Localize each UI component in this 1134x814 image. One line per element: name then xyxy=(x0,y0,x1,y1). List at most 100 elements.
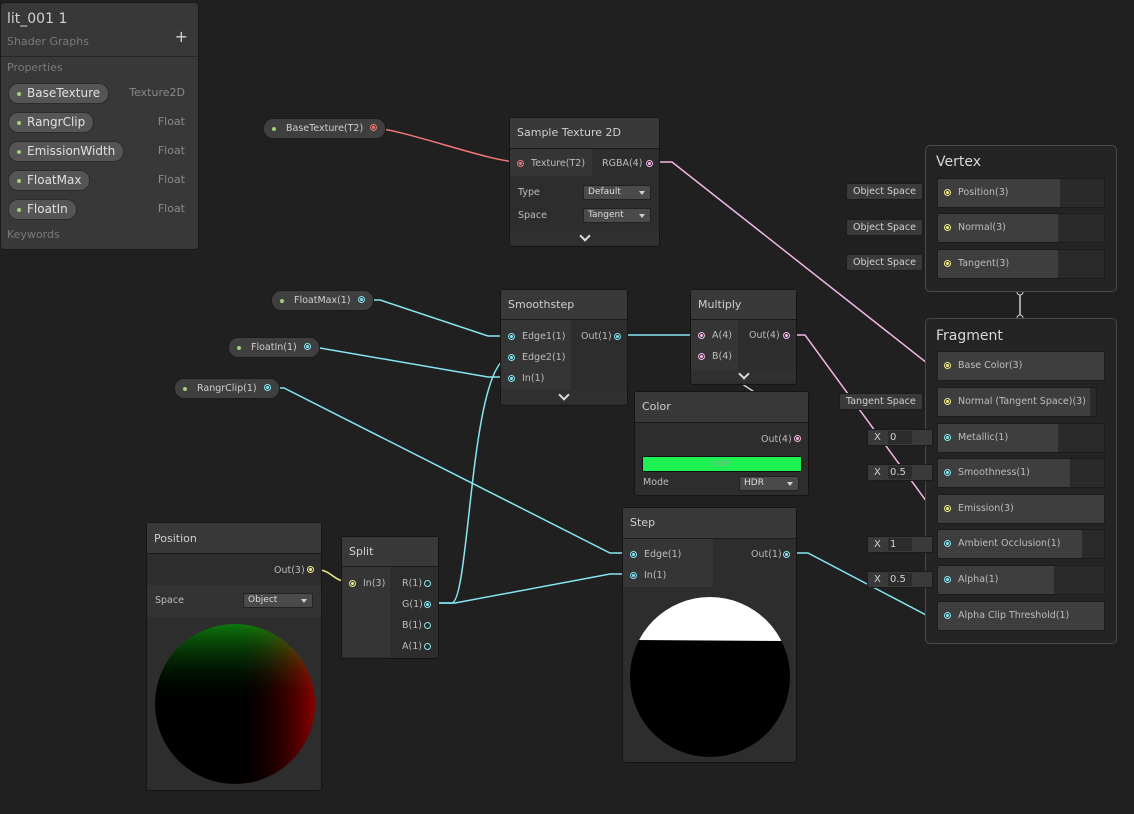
input-port[interactable] xyxy=(944,576,951,583)
vertex-block-normal[interactable]: Normal(3) xyxy=(937,213,1105,243)
position-node[interactable]: Position Out(3) Space Object xyxy=(146,522,322,791)
fragment-block-smoothness[interactable]: Smoothness(1) xyxy=(937,458,1105,488)
output-port[interactable] xyxy=(794,435,801,442)
collapse-chevron-icon[interactable] xyxy=(510,230,659,244)
input-port[interactable] xyxy=(944,612,951,619)
color-swatch[interactable]: HDR xyxy=(642,456,802,472)
fragment-block-ambient-occlusion[interactable]: Ambient Occlusion(1) xyxy=(937,529,1105,559)
object-space-tag[interactable]: Object Space xyxy=(846,254,923,271)
output-port[interactable] xyxy=(357,296,365,303)
color-node[interactable]: Color Out(4) HDR Mode HDR xyxy=(634,391,809,496)
property-type: Float xyxy=(157,202,185,215)
property-pill-rangrclip[interactable]: RangrClip xyxy=(8,112,95,133)
input-port[interactable] xyxy=(944,260,951,267)
space-dropdown[interactable]: Tangent xyxy=(583,208,651,223)
property-pill-floatin[interactable]: FloatIn xyxy=(8,199,77,220)
block-fill xyxy=(1082,530,1104,558)
output-port[interactable] xyxy=(370,124,378,131)
context-title: Vertex xyxy=(936,154,982,170)
input-port[interactable] xyxy=(698,353,705,360)
output-port[interactable] xyxy=(646,160,653,167)
alpha-value-field[interactable]: 0.5 xyxy=(888,573,912,586)
property-pill-basetexture[interactable]: BaseTexture xyxy=(8,83,110,104)
input-port[interactable] xyxy=(944,362,951,369)
property-pill-floatmax[interactable]: FloatMax xyxy=(8,170,91,191)
smoothness-value-field[interactable]: 0.5 xyxy=(888,466,912,479)
wire-basetexture-to-sample xyxy=(371,127,519,163)
space-dropdown[interactable]: Object xyxy=(243,593,313,608)
port-label: Out(3) xyxy=(274,565,305,576)
wire-floatin-to-in xyxy=(300,347,510,378)
input-port[interactable] xyxy=(944,398,951,405)
collapse-chevron-icon[interactable] xyxy=(691,368,796,382)
port-label: RGBA(4) xyxy=(602,158,643,169)
property-pill-emissionwidth[interactable]: EmissionWidth xyxy=(8,141,125,162)
node-header[interactable]: Split xyxy=(342,537,438,567)
node-header[interactable]: Step xyxy=(623,508,796,539)
mode-dropdown[interactable]: HDR xyxy=(739,476,799,491)
input-port[interactable] xyxy=(944,224,951,231)
input-port[interactable] xyxy=(508,375,515,382)
fragment-block-base-color[interactable]: Base Color(3) xyxy=(937,351,1105,381)
tangent-space-tag[interactable]: Tangent Space xyxy=(839,393,923,410)
port-label: Out(1) xyxy=(751,549,782,560)
collapse-chevron-icon[interactable] xyxy=(501,389,627,403)
input-port[interactable] xyxy=(698,332,705,339)
output-port[interactable] xyxy=(424,643,431,650)
ambient-occlusion-input[interactable]: X 1 xyxy=(867,536,933,553)
object-space-tag[interactable]: Object Space xyxy=(846,183,923,200)
property-node-basetexture[interactable]: BaseTexture(T2) xyxy=(263,118,387,139)
node-header[interactable]: Position xyxy=(147,523,321,554)
input-port[interactable] xyxy=(944,189,951,196)
input-port[interactable] xyxy=(630,572,637,579)
multiply-node[interactable]: Multiply A(4) B(4) Out(4) xyxy=(690,289,797,385)
node-header[interactable]: Smoothstep xyxy=(501,290,627,320)
object-space-tag[interactable]: Object Space xyxy=(846,219,923,236)
fragment-block-metallic[interactable]: Metallic(1) xyxy=(937,423,1105,453)
metallic-value-field[interactable]: 0 xyxy=(888,431,912,444)
block-fill xyxy=(1060,179,1104,207)
input-port[interactable] xyxy=(944,434,951,441)
input-port[interactable] xyxy=(508,333,515,340)
add-property-button[interactable]: + xyxy=(175,27,188,46)
block-label: Normal (Tangent Space)(3) xyxy=(958,396,1086,407)
property-node-floatin[interactable]: FloatIn(1) xyxy=(228,337,320,358)
input-port[interactable] xyxy=(944,469,951,476)
smoothstep-node[interactable]: Smoothstep Edge1(1) Edge2(1) In(1) Out(1… xyxy=(500,289,628,406)
ambient-occlusion-value-field[interactable]: 1 xyxy=(888,538,912,551)
fragment-block-normal[interactable]: Normal (Tangent Space)(3) xyxy=(937,387,1097,417)
split-node[interactable]: Split In(3) R(1) G(1) B(1) A(1) xyxy=(341,536,439,659)
type-dropdown[interactable]: Default xyxy=(583,185,651,200)
property-node-rangrclip[interactable]: RangrClip(1) xyxy=(174,378,280,399)
output-port[interactable] xyxy=(424,622,431,629)
fragment-block-alpha-clip-threshold[interactable]: Alpha Clip Threshold(1) xyxy=(937,601,1105,631)
input-port[interactable] xyxy=(944,505,951,512)
sample-texture-2d-node[interactable]: Sample Texture 2D Texture(T2) RGBA(4) Ty… xyxy=(509,117,660,247)
output-port[interactable] xyxy=(303,343,311,350)
output-port[interactable] xyxy=(307,566,314,573)
output-port[interactable] xyxy=(614,333,621,340)
output-port[interactable] xyxy=(783,332,790,339)
output-port[interactable] xyxy=(263,384,271,391)
fragment-block-alpha[interactable]: Alpha(1) xyxy=(937,565,1105,595)
vertex-block-tangent[interactable]: Tangent(3) xyxy=(937,249,1105,279)
smoothness-input[interactable]: X 0.5 xyxy=(867,464,933,481)
node-title: Split xyxy=(349,545,374,558)
fragment-block-emission[interactable]: Emission(3) xyxy=(937,494,1105,524)
vertex-block-position[interactable]: Position(3) xyxy=(937,178,1105,208)
input-port[interactable] xyxy=(630,551,637,558)
input-port[interactable] xyxy=(349,580,356,587)
input-port[interactable] xyxy=(517,160,524,167)
property-node-floatmax[interactable]: FloatMax(1) xyxy=(271,290,374,311)
output-port[interactable] xyxy=(424,601,431,608)
node-header[interactable]: Sample Texture 2D xyxy=(510,118,659,149)
input-port[interactable] xyxy=(944,540,951,547)
metallic-input[interactable]: X 0 xyxy=(867,429,933,446)
output-port[interactable] xyxy=(424,580,431,587)
alpha-input[interactable]: X 0.5 xyxy=(867,571,933,588)
output-port[interactable] xyxy=(783,551,790,558)
step-node[interactable]: Step Edge(1) In(1) Out(1) xyxy=(622,507,797,763)
node-header[interactable]: Multiply xyxy=(691,290,796,320)
input-port[interactable] xyxy=(508,354,515,361)
node-header[interactable]: Color xyxy=(635,392,808,423)
